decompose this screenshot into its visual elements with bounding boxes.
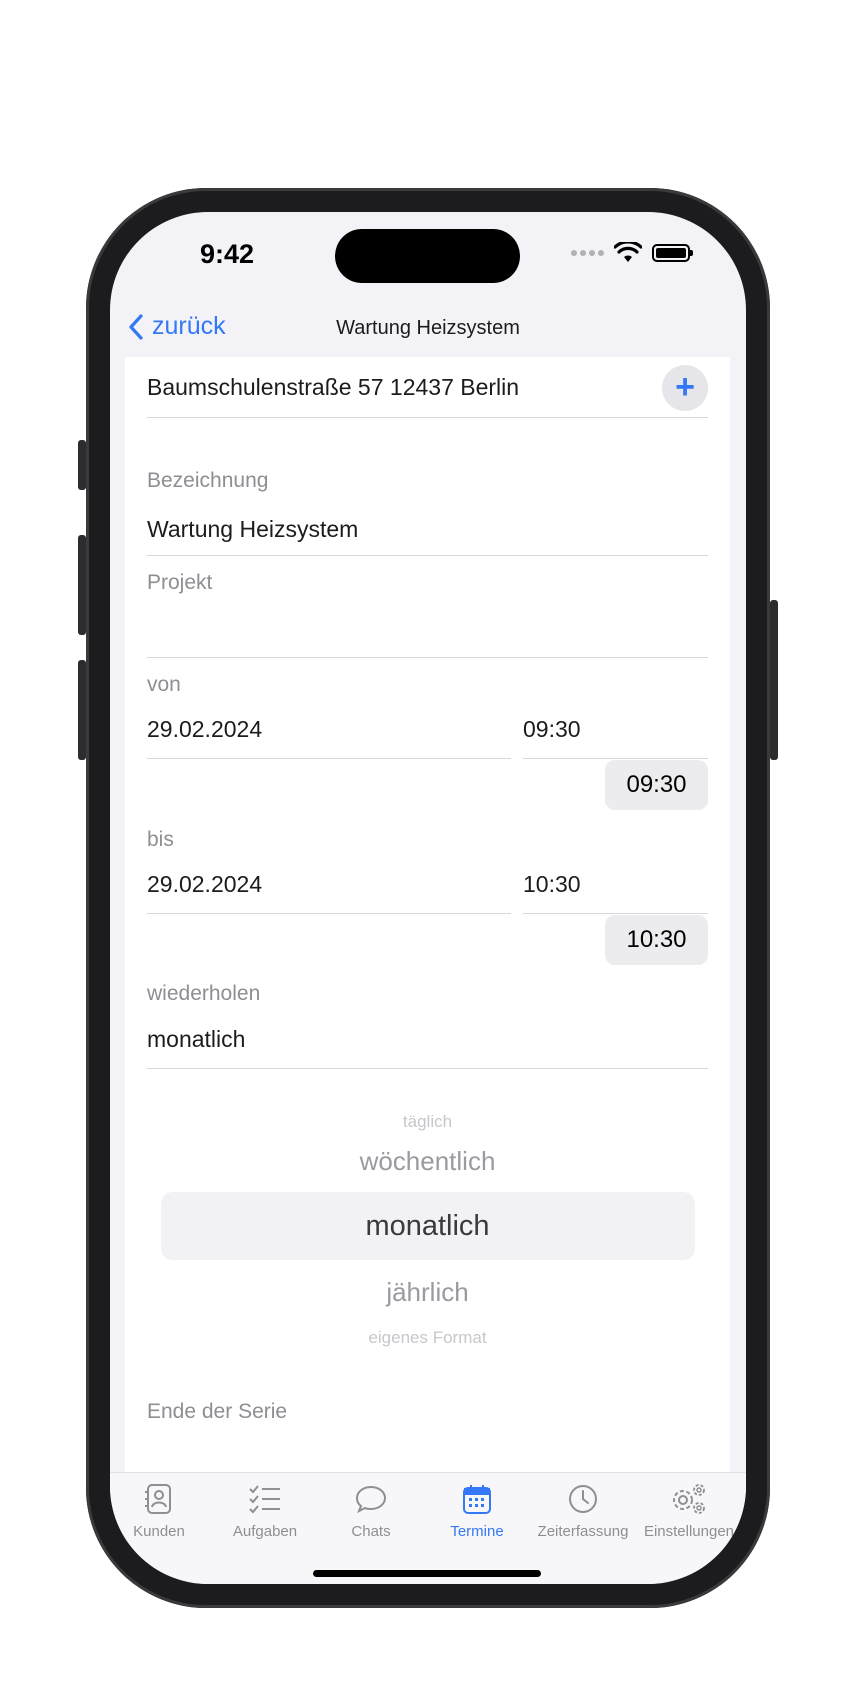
divider xyxy=(147,417,708,418)
action-button xyxy=(78,440,86,490)
page-title: Wartung Heizsystem xyxy=(336,317,520,339)
tab-label: Termine xyxy=(450,1523,504,1540)
tab-chats[interactable]: Chats xyxy=(318,1483,424,1540)
appointment-form: Baumschulenstraße 57 12437 Berlin + Beze… xyxy=(125,357,730,1472)
wiederholen-input[interactable]: monatlich xyxy=(147,1026,245,1053)
volume-down-button xyxy=(78,660,86,760)
bis-date-input[interactable]: 29.02.2024 xyxy=(147,871,262,898)
picker-option-jaehrlich[interactable]: jährlich xyxy=(125,1277,730,1308)
tab-bar: Kunden Aufgaben Chats Termine Zeiterfass… xyxy=(110,1472,746,1584)
tab-label: Aufgaben xyxy=(232,1523,298,1540)
divider xyxy=(147,657,708,658)
gears-icon xyxy=(673,1484,705,1514)
tab-label: Kunden xyxy=(133,1523,185,1540)
bis-time-picker[interactable]: 10:30 xyxy=(605,915,708,965)
von-time-input[interactable]: 09:30 xyxy=(523,716,581,743)
von-time-picker[interactable]: 09:30 xyxy=(605,760,708,810)
navigation-bar: zurück Wartung Heizsystem xyxy=(110,304,746,354)
calendar-icon xyxy=(463,1485,491,1514)
status-time: 9:42 xyxy=(200,239,255,269)
projekt-input[interactable] xyxy=(147,617,708,647)
tab-label: Einstellungen xyxy=(643,1523,735,1540)
wiederholen-label: wiederholen xyxy=(147,982,261,1005)
home-indicator[interactable] xyxy=(313,1570,541,1577)
cellular-signal-icon xyxy=(571,250,604,256)
volume-up-button xyxy=(78,535,86,635)
tab-termine[interactable]: Termine xyxy=(424,1483,530,1540)
picker-option-eigenes-format[interactable]: eigenes Format xyxy=(125,1328,730,1348)
bezeichnung-label: Bezeichnung xyxy=(147,469,269,492)
picker-option-woechentlich[interactable]: wöchentlich xyxy=(125,1146,730,1177)
divider xyxy=(147,913,511,914)
divider xyxy=(147,555,708,556)
tab-label: Chats xyxy=(351,1523,391,1540)
dynamic-island xyxy=(335,229,520,283)
ende-der-serie-label: Ende der Serie xyxy=(147,1400,288,1423)
tab-aufgaben[interactable]: Aufgaben xyxy=(212,1483,318,1540)
von-date-input[interactable]: 29.02.2024 xyxy=(147,716,262,743)
divider xyxy=(147,1068,708,1069)
divider xyxy=(523,758,708,759)
bis-label: bis xyxy=(147,828,174,851)
add-address-button[interactable]: + xyxy=(662,365,708,411)
contacts-icon xyxy=(145,1484,171,1514)
picker-option-monatlich[interactable]: monatlich xyxy=(125,1210,730,1243)
tab-einstellungen[interactable]: Einstellungen xyxy=(636,1483,742,1540)
tab-kunden[interactable]: Kunden xyxy=(110,1483,212,1540)
divider xyxy=(147,758,511,759)
tab-label: Zeiterfassung xyxy=(537,1523,629,1540)
battery-icon xyxy=(652,244,693,262)
wifi-icon xyxy=(614,242,642,262)
chat-bubble-icon xyxy=(355,1485,387,1514)
projekt-label: Projekt xyxy=(147,571,213,594)
status-icons xyxy=(571,242,693,264)
screen: 9:42 zurück Wartung Heizsystem Baumschul… xyxy=(110,212,746,1584)
picker-option-taeglich[interactable]: täglich xyxy=(125,1112,730,1132)
divider xyxy=(523,913,708,914)
power-button xyxy=(770,600,778,760)
tab-zeiterfassung[interactable]: Zeiterfassung xyxy=(530,1483,636,1540)
bis-time-input[interactable]: 10:30 xyxy=(523,871,581,898)
von-label: von xyxy=(147,673,181,696)
bezeichnung-input[interactable]: Wartung Heizsystem xyxy=(147,516,358,543)
clock-icon xyxy=(569,1485,597,1513)
checklist-icon xyxy=(249,1485,280,1514)
address-field[interactable]: Baumschulenstraße 57 12437 Berlin xyxy=(147,374,519,401)
